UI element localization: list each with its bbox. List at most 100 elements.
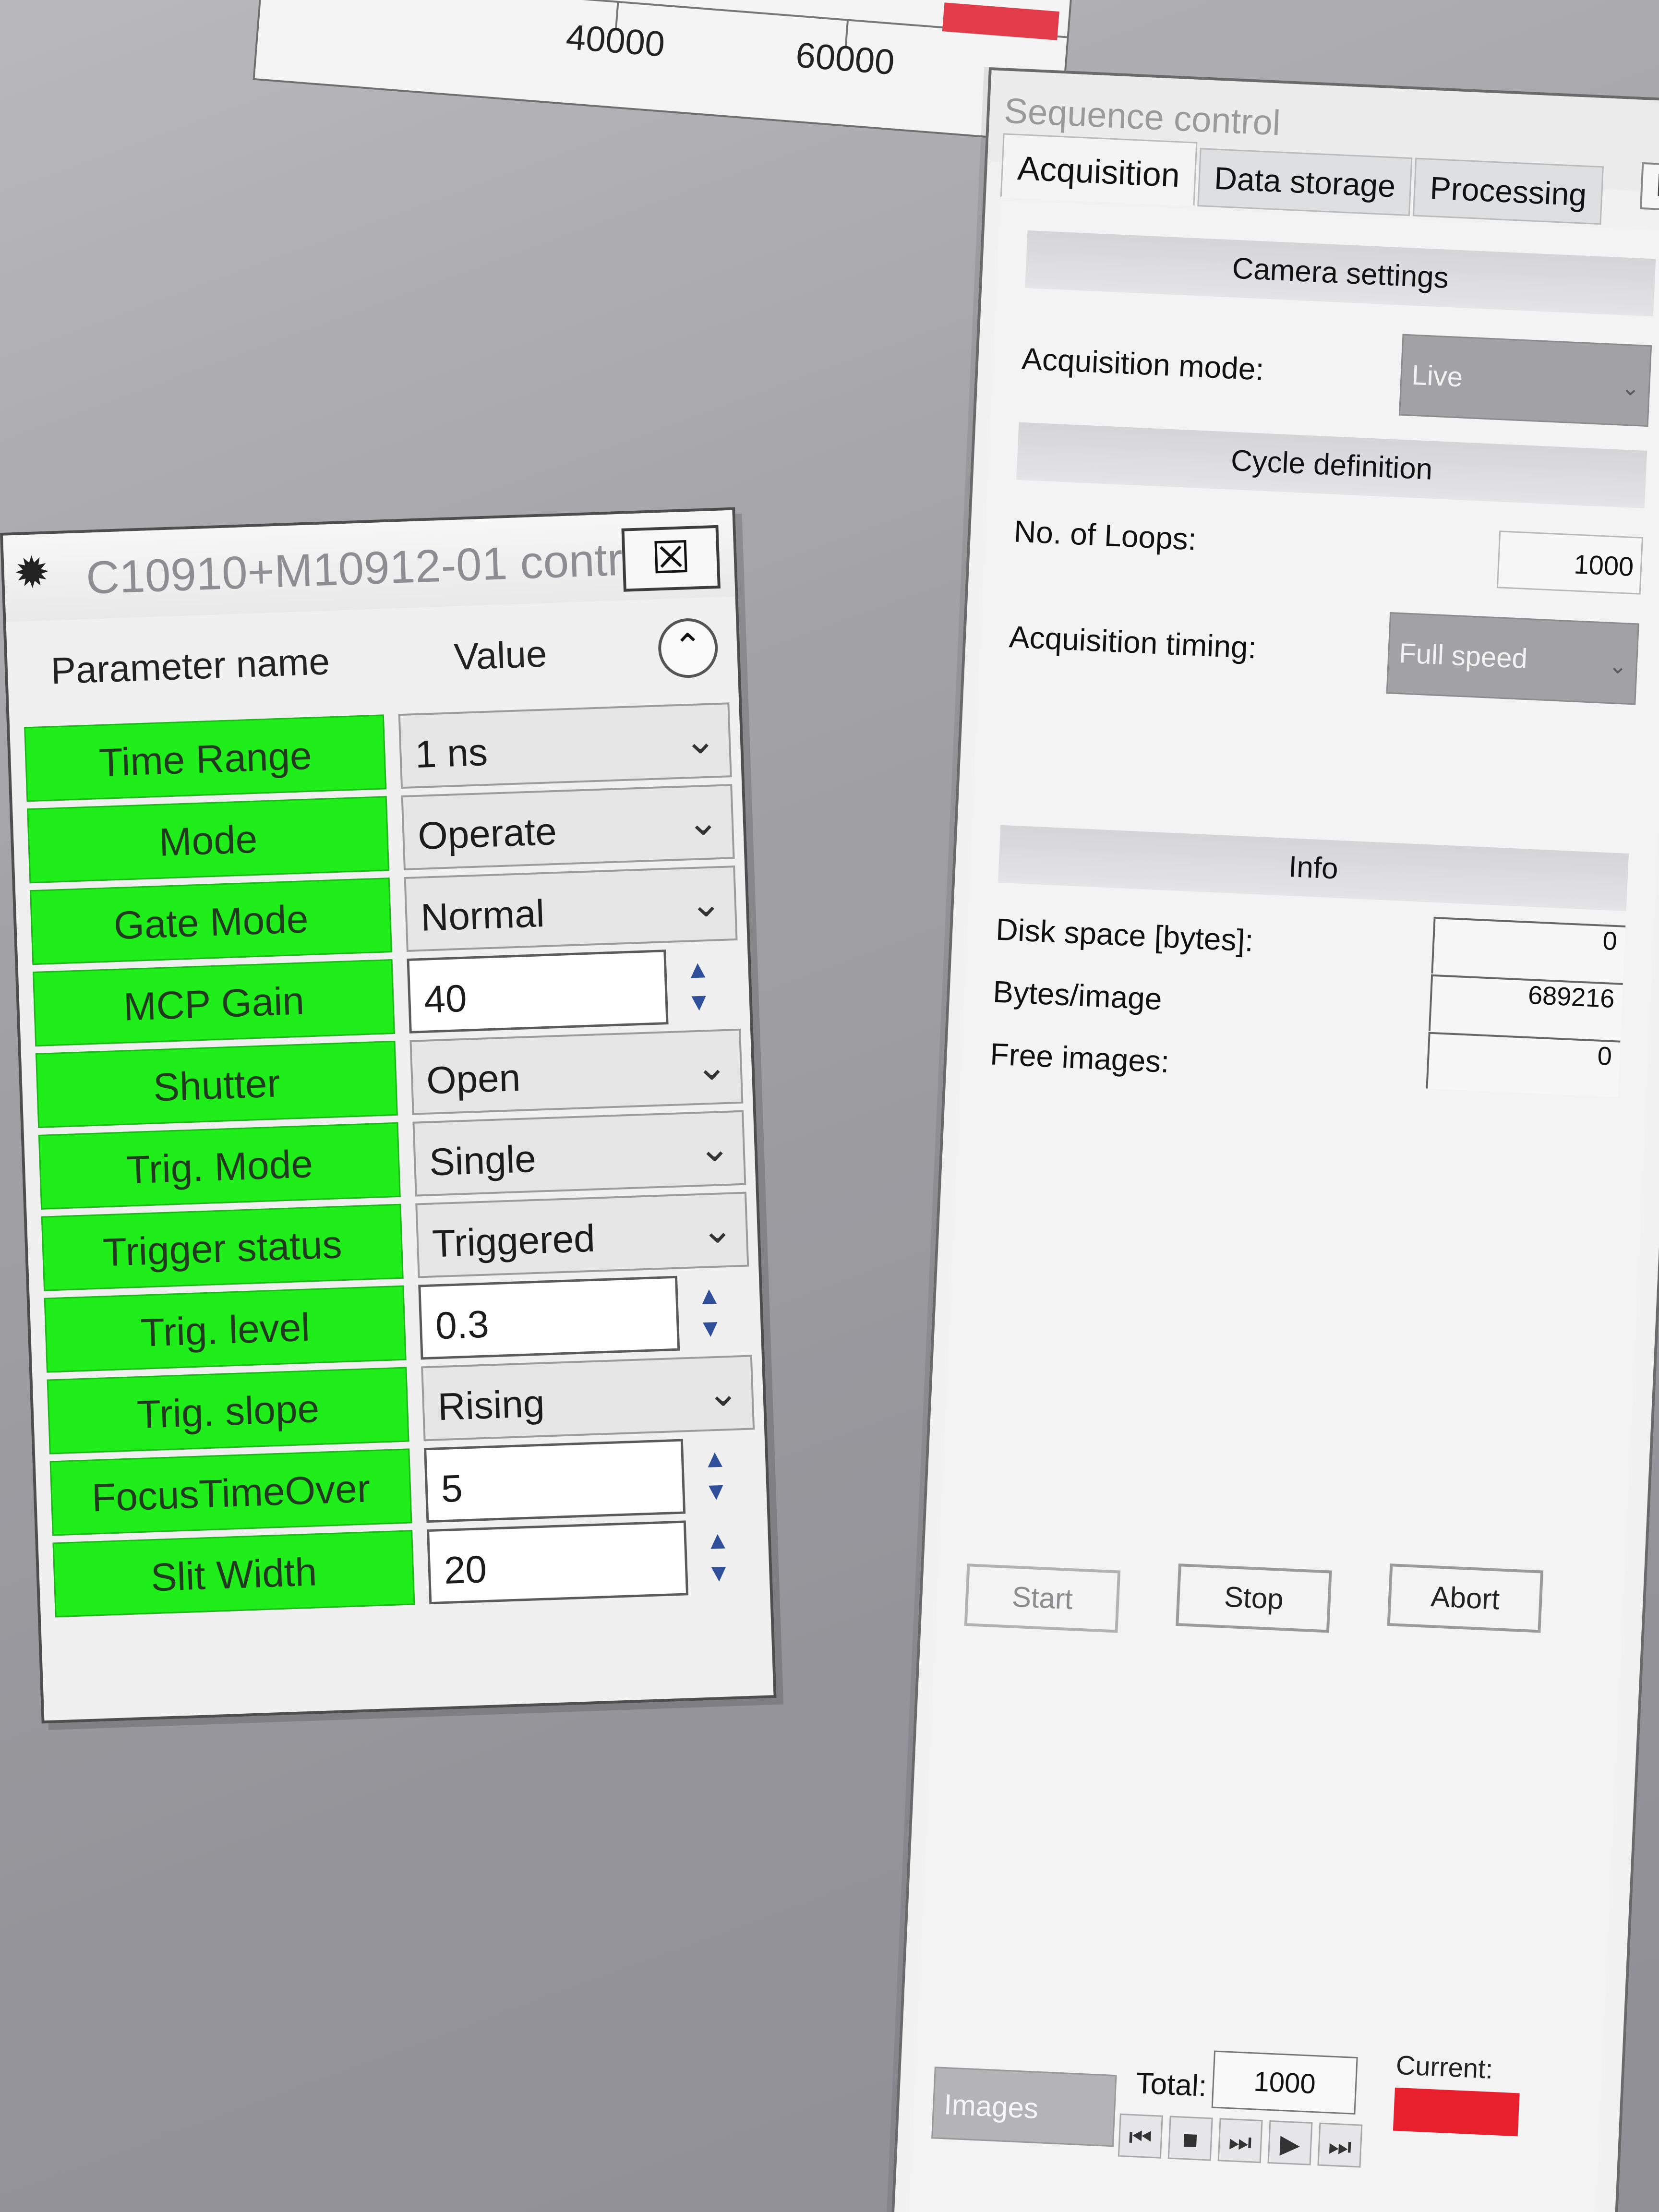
start-button[interactable]: Start: [964, 1563, 1121, 1633]
chevron-down-icon: ⌄: [697, 1126, 732, 1170]
transport-controls: ⏮ ■ ⏭ ▶ ⏭: [1118, 2113, 1369, 2173]
param-spin-input[interactable]: 0.3: [418, 1275, 680, 1360]
param-table-header: Parameter name Value ⌃: [6, 606, 738, 704]
param-value: 1 ns: [414, 730, 489, 776]
loops-label: No. of Loops:: [1013, 514, 1198, 557]
acquisition-timing-value: Full speed: [1398, 637, 1528, 675]
close-button[interactable]: ☒: [621, 525, 721, 592]
spin-buttons: ▲ ▼: [696, 1524, 741, 1590]
param-label: Mode: [27, 796, 390, 884]
param-spin-input[interactable]: 40: [407, 950, 669, 1034]
close-icon: ☒: [1654, 168, 1659, 204]
tab-data-storage[interactable]: Data storage: [1197, 148, 1413, 216]
seq-close-button[interactable]: ☒: [1639, 162, 1659, 212]
bytes-per-image-value: 689216: [1428, 974, 1623, 1040]
param-label: Slit Width: [52, 1530, 415, 1618]
param-value: Rising: [437, 1382, 545, 1429]
param-dropdown[interactable]: Triggered ⌄: [415, 1191, 749, 1278]
param-dropdown[interactable]: Single ⌄: [412, 1110, 746, 1197]
chevron-down-icon: ⌄: [689, 881, 723, 926]
cycle-definition-heading: Cycle definition: [1016, 422, 1647, 508]
acquisition-timing-label: Acquisition timing:: [1008, 619, 1258, 665]
disk-space-label: Disk space [bytes]:: [995, 912, 1254, 958]
param-label: Trig. level: [44, 1285, 407, 1373]
chevron-down-icon: ⌄: [683, 718, 717, 762]
first-frame-icon[interactable]: ⏮: [1118, 2113, 1163, 2159]
close-icon: ☒: [650, 532, 692, 583]
spin-down-icon[interactable]: ▼: [697, 1556, 741, 1590]
disk-space-value: 0: [1431, 916, 1626, 982]
graph-tick-label: 60000: [794, 35, 896, 83]
acquisition-mode-label: Acquisition mode:: [1021, 341, 1265, 387]
param-label: Gate Mode: [30, 878, 393, 965]
spin-down-icon[interactable]: ▼: [688, 1311, 733, 1346]
graph-window: 40000 60000: [252, 0, 1077, 144]
param-value: 5: [440, 1467, 464, 1511]
current-indicator: [1393, 2087, 1520, 2137]
graph-tick-label: 40000: [565, 16, 666, 64]
spin-up-icon[interactable]: ▲: [675, 952, 720, 986]
chevron-down-icon: ⌄: [695, 1044, 729, 1089]
play-icon[interactable]: ▶: [1267, 2120, 1313, 2165]
param-label: FocusTimeOver: [49, 1448, 412, 1536]
param-label: MCP Gain: [32, 959, 395, 1047]
acquisition-timing-select[interactable]: Full speed ⌄: [1386, 612, 1639, 705]
param-control-window: ✹ C10910+M10912-01 control ☒ Parameter n…: [0, 507, 777, 1724]
spin-down-icon[interactable]: ▼: [677, 985, 721, 1019]
spin-up-icon[interactable]: ▲: [696, 1524, 740, 1558]
graph-red-marker: [942, 2, 1059, 40]
stop-icon[interactable]: ■: [1167, 2116, 1213, 2161]
param-table: Time Range 1 ns ⌄ Mode Operate ⌄ Gate Mode Norm…: [24, 702, 760, 1624]
param-value: Triggered: [431, 1216, 596, 1265]
param-dropdown[interactable]: 1 ns ⌄: [398, 702, 732, 789]
chevron-down-icon: ⌄: [1608, 652, 1628, 679]
spin-up-icon[interactable]: ▲: [693, 1442, 737, 1476]
param-value: Single: [428, 1137, 537, 1184]
param-label: Trig. slope: [47, 1367, 409, 1455]
param-label: Time Range: [24, 714, 387, 802]
current-label: Current:: [1395, 2049, 1494, 2084]
param-label: Trigger status: [41, 1203, 404, 1291]
free-images-label: Free images:: [989, 1036, 1170, 1080]
acquisition-mode-select[interactable]: Live ⌄: [1398, 334, 1652, 427]
free-images-value: 0: [1426, 1032, 1621, 1097]
spin-up-icon[interactable]: ▲: [687, 1279, 731, 1313]
chevron-up-icon: ⌃: [673, 627, 703, 667]
spin-buttons: ▲ ▼: [675, 952, 721, 1019]
tab-processing[interactable]: Processing: [1413, 157, 1604, 225]
camera-settings-heading: Camera settings: [1025, 230, 1656, 317]
chevron-down-icon: ⌄: [686, 800, 720, 844]
loops-input[interactable]: 1000: [1496, 530, 1644, 595]
images-select[interactable]: Images: [931, 2067, 1117, 2147]
info-heading: Info: [998, 825, 1629, 912]
param-value: Normal: [420, 891, 545, 939]
param-window-title: C10910+M10912-01 control: [85, 532, 660, 604]
param-label: Shutter: [35, 1040, 398, 1128]
param-dropdown[interactable]: Normal ⌄: [404, 865, 738, 952]
param-dropdown[interactable]: Open ⌄: [409, 1028, 744, 1115]
abort-button[interactable]: Abort: [1387, 1563, 1544, 1633]
bytes-per-image-label: Bytes/image: [992, 974, 1163, 1017]
spin-buttons: ▲ ▼: [693, 1442, 738, 1509]
sequence-control-window: Sequence control ☒ Acquisition Data stora…: [888, 67, 1659, 2212]
spin-down-icon[interactable]: ▼: [694, 1475, 738, 1509]
param-value: 20: [443, 1547, 488, 1592]
step-forward-icon[interactable]: ⏭: [1217, 2118, 1263, 2164]
param-spin-input[interactable]: 20: [427, 1520, 689, 1605]
chevron-down-icon: ⌄: [1621, 374, 1641, 401]
tab-acquisition[interactable]: Acquisition: [1000, 133, 1197, 206]
collapse-button[interactable]: ⌃: [657, 617, 719, 679]
param-value: 0.3: [434, 1302, 490, 1347]
param-value: 40: [423, 976, 468, 1021]
acquisition-panel: Camera settings Acquisition mode: Live ⌄…: [906, 200, 1659, 2212]
header-parameter-name: Parameter name: [50, 640, 331, 692]
stop-button[interactable]: Stop: [1176, 1563, 1332, 1633]
last-frame-icon[interactable]: ⏭: [1317, 2122, 1363, 2168]
param-dropdown[interactable]: Operate ⌄: [401, 784, 735, 871]
total-label: Total:: [1135, 2067, 1208, 2103]
param-spin-input[interactable]: 5: [424, 1439, 686, 1523]
spin-buttons: ▲ ▼: [687, 1279, 733, 1346]
param-window-titlebar[interactable]: ✹ C10910+M10912-01 control ☒: [3, 510, 735, 622]
param-value: Operate: [417, 809, 558, 857]
param-dropdown[interactable]: Rising ⌄: [421, 1355, 755, 1442]
